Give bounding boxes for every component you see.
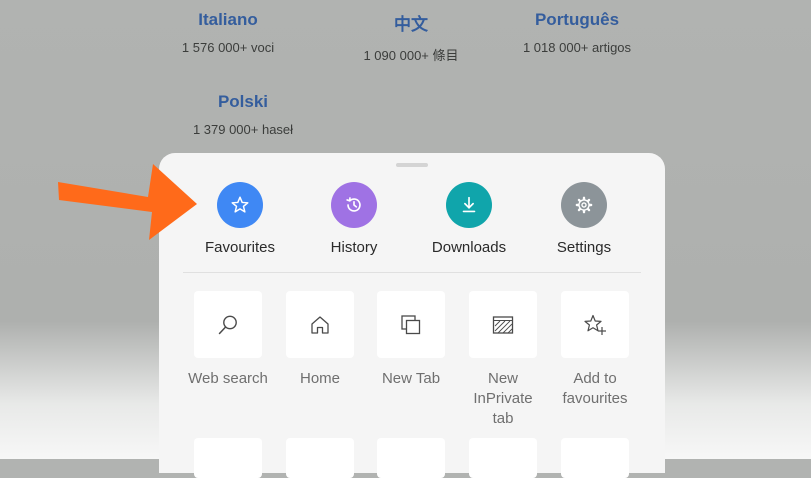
language-link-portuguese: Português 1 018 000+ artigos <box>487 10 667 55</box>
new-tab-label: New Tab <box>381 370 441 387</box>
web-search-tile[interactable]: Web search <box>188 291 268 389</box>
drag-handle[interactable] <box>396 163 428 167</box>
language-link-chinese: 中文 1 090 000+ 條目 <box>321 10 501 64</box>
new-tab-tile[interactable]: New Tab <box>371 291 451 389</box>
menu-tile-row2[interactable] <box>469 438 537 478</box>
language-name: Português <box>534 10 620 29</box>
tile-box <box>561 291 629 358</box>
favourites-button[interactable]: Favourites <box>190 182 290 256</box>
language-link-italiano: Italiano 1 576 000+ voci <box>138 10 318 55</box>
search-icon <box>218 315 237 334</box>
language-article-count: 1 379 000+ haseł <box>192 122 294 137</box>
inprivate-icon <box>492 315 514 334</box>
tile-box <box>194 291 262 358</box>
language-name: 中文 <box>394 15 428 34</box>
language-name: Polski <box>217 92 269 111</box>
home-label: Home <box>299 370 340 387</box>
download-icon <box>462 196 476 213</box>
downloads-icon-circle <box>446 182 492 228</box>
settings-button[interactable]: Settings <box>534 182 634 256</box>
menu-divider <box>183 272 641 273</box>
add-to-favourites-tile[interactable]: Add to favourites <box>555 291 635 409</box>
star-icon <box>231 196 249 213</box>
history-label: History <box>330 239 378 256</box>
menu-tile-row2[interactable] <box>194 438 262 478</box>
new-tab-icon <box>401 314 421 334</box>
annotation-arrow <box>58 164 197 240</box>
downloads-button[interactable]: Downloads <box>419 182 519 256</box>
settings-icon-circle <box>561 182 607 228</box>
new-inprivate-tab-tile[interactable]: New InPrivate tab <box>463 291 543 429</box>
tile-box <box>286 291 354 358</box>
tile-box <box>377 291 445 358</box>
settings-label: Settings <box>556 239 612 256</box>
language-article-count: 1 576 000+ voci <box>181 40 275 55</box>
tile-box <box>469 291 537 358</box>
add-to-favourites-label: Add to favourites <box>562 370 628 407</box>
home-icon <box>311 315 329 334</box>
downloads-label: Downloads <box>431 239 507 256</box>
favourites-label: Favourites <box>204 239 276 256</box>
favourites-icon-circle <box>217 182 263 228</box>
gear-icon <box>575 196 593 214</box>
browser-menu-sheet: Favourites History Downloads Settings We… <box>159 153 665 478</box>
menu-tile-row2[interactable] <box>286 438 354 478</box>
menu-tile-row2[interactable] <box>561 438 629 478</box>
home-tile[interactable]: Home <box>280 291 360 389</box>
language-link-polski: Polski 1 379 000+ haseł <box>153 92 333 137</box>
history-button[interactable]: History <box>304 182 404 256</box>
new-inprivate-tab-label: New InPrivate tab <box>473 370 533 427</box>
history-icon-circle <box>331 182 377 228</box>
add-favourite-icon <box>584 314 606 335</box>
menu-tile-row2[interactable] <box>377 438 445 478</box>
history-icon <box>346 197 361 212</box>
language-name: Italiano <box>198 10 258 29</box>
web-search-label: Web search <box>188 370 268 387</box>
language-article-count: 1 018 000+ artigos <box>522 40 632 55</box>
language-article-count: 1 090 000+ 條目 <box>363 48 459 63</box>
